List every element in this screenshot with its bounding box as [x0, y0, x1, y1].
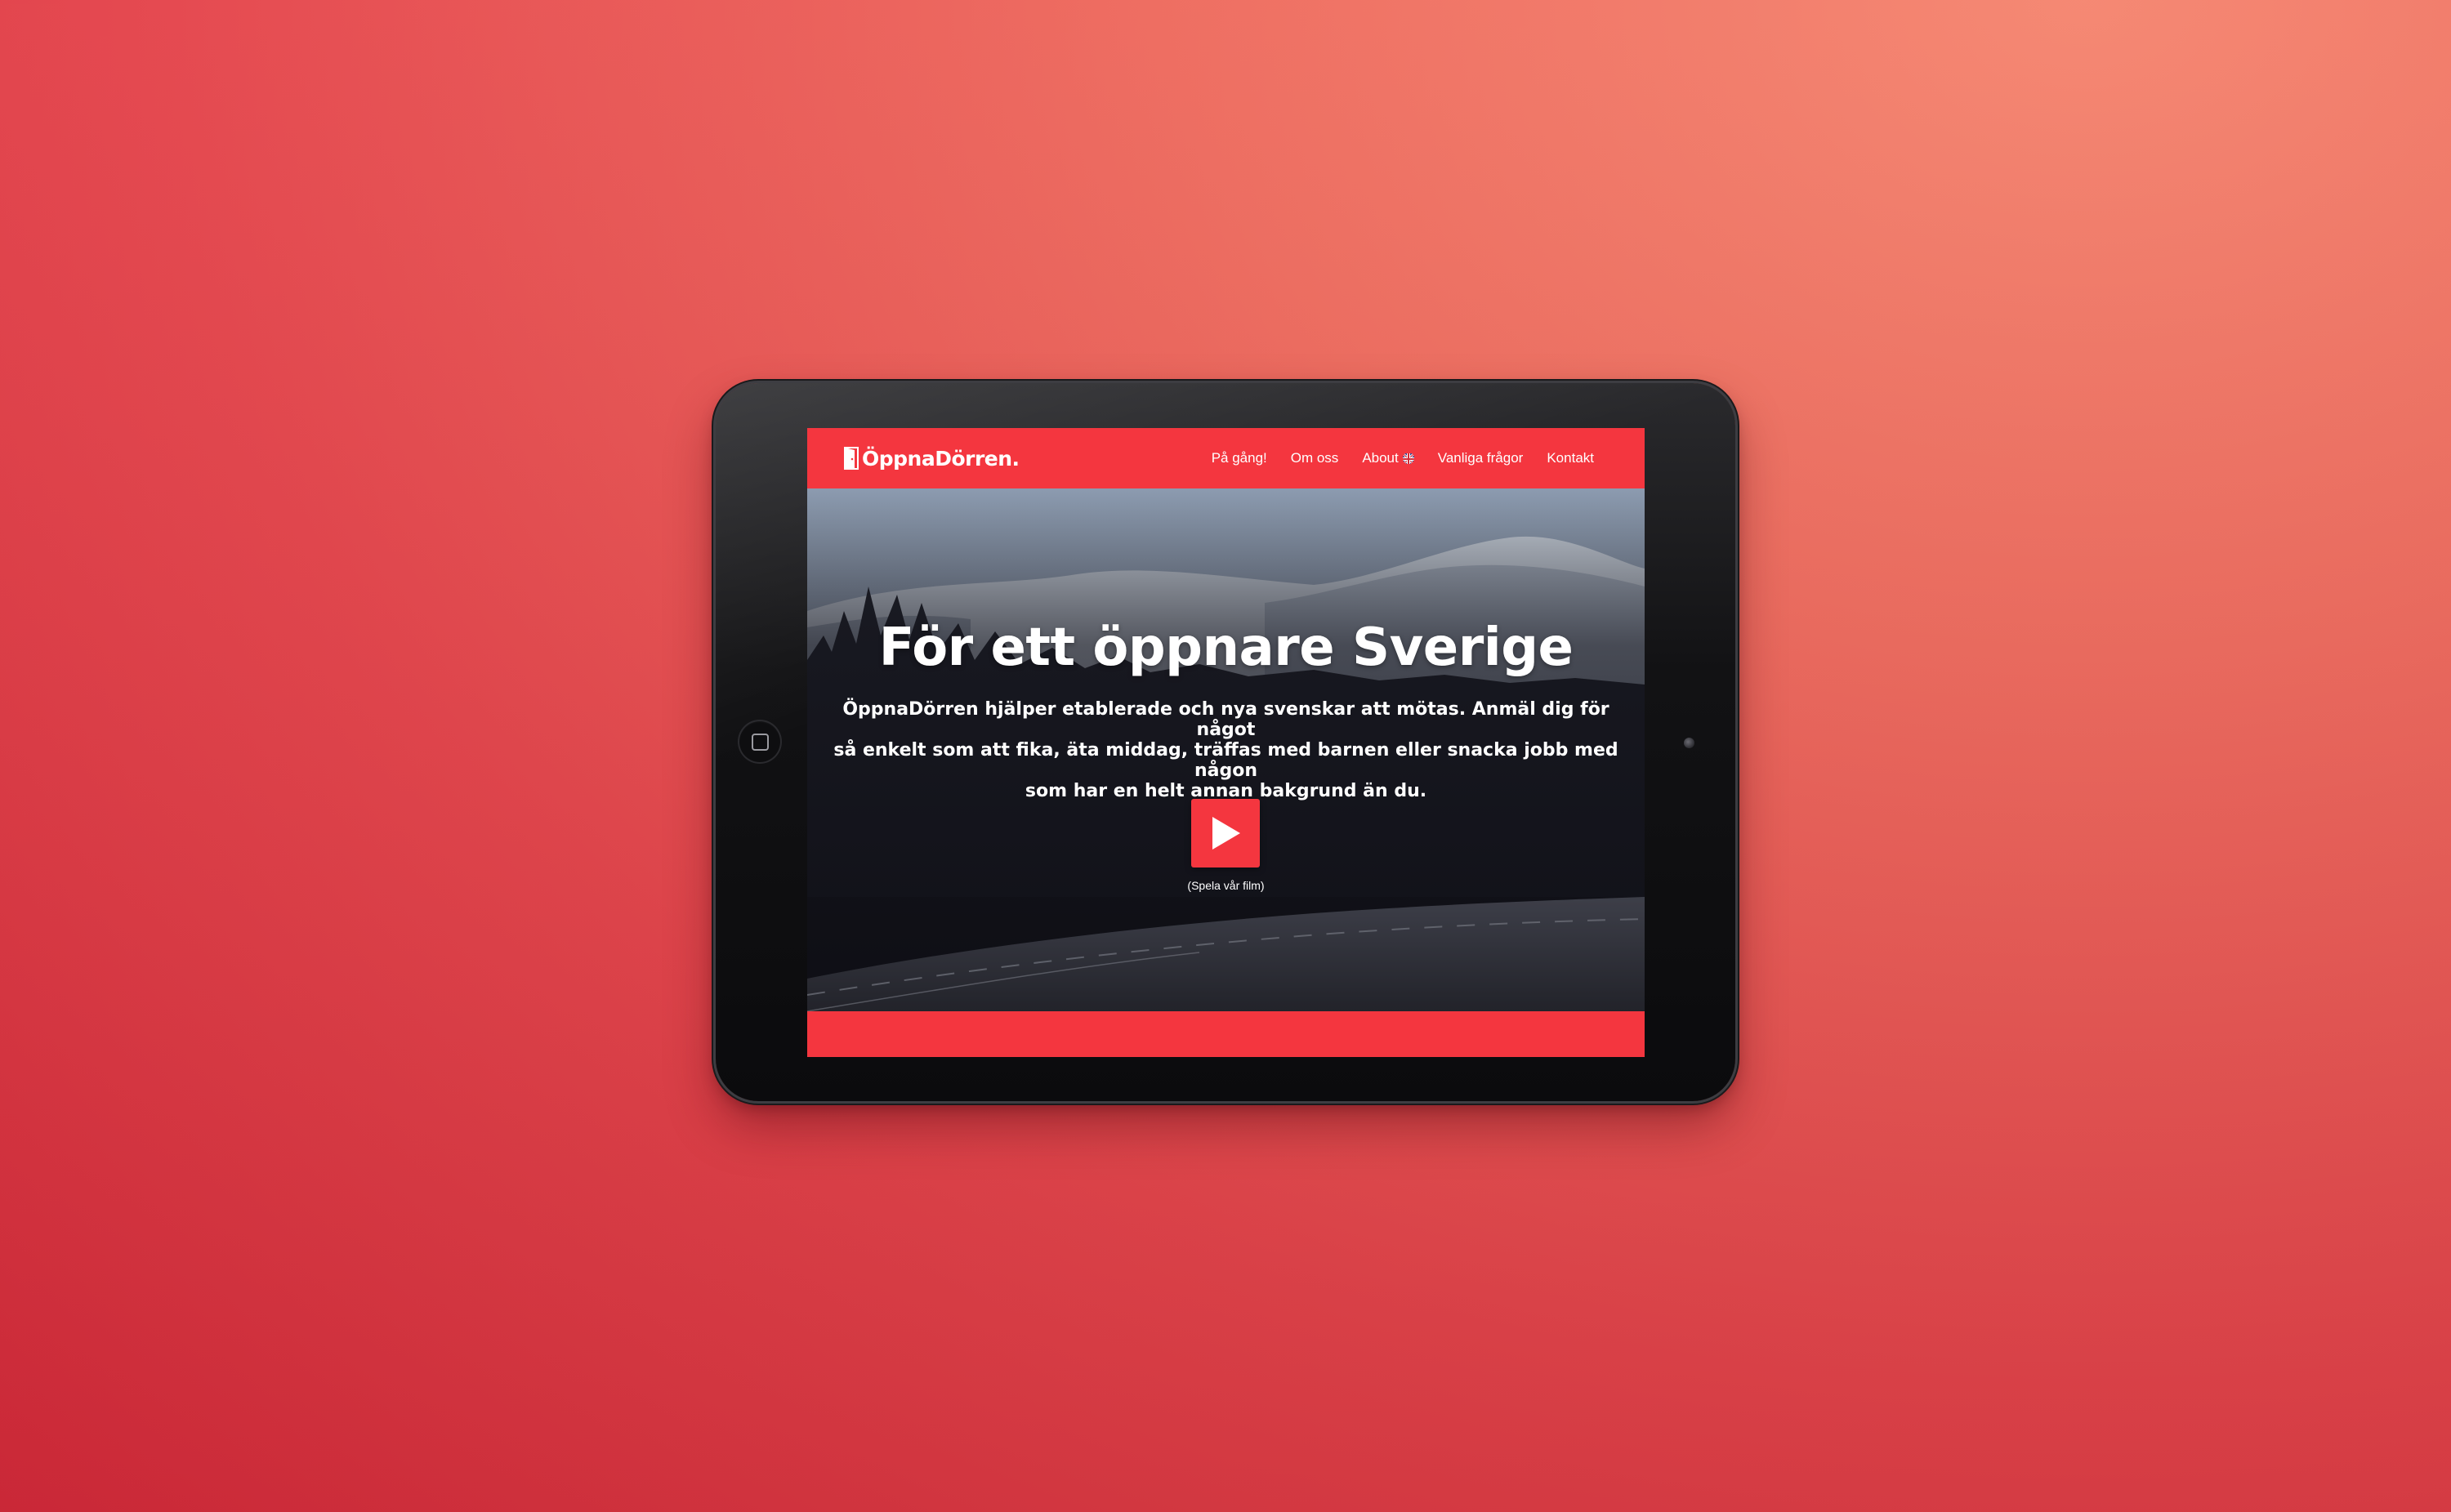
- nav-item-label: På gång!: [1211, 450, 1267, 466]
- logo-text: ÖppnaDörren.: [862, 446, 1020, 471]
- hero-description: ÖppnaDörren hjälper etablerade och nya s…: [832, 699, 1620, 801]
- play-caption[interactable]: (Spela vår film): [807, 879, 1645, 892]
- uk-flag-icon: [1402, 453, 1414, 464]
- site-header: ÖppnaDörren. På gång! Om oss About Vanli…: [807, 428, 1645, 488]
- door-icon: [844, 447, 859, 470]
- nav-item-om-oss[interactable]: Om oss: [1291, 450, 1339, 466]
- camera-icon: [1684, 738, 1694, 748]
- home-button[interactable]: [738, 720, 782, 764]
- nav-item-label: Vanliga frågor: [1437, 450, 1524, 466]
- play-video-button[interactable]: [1191, 799, 1260, 868]
- hero-description-line: ÖppnaDörren hjälper etablerade och nya s…: [842, 699, 1609, 740]
- nav-item-kontakt[interactable]: Kontakt: [1547, 450, 1594, 466]
- nav-item-about[interactable]: About: [1362, 450, 1414, 466]
- site-logo[interactable]: ÖppnaDörren.: [844, 446, 1020, 471]
- nav-item-vanliga-fragor[interactable]: Vanliga frågor: [1438, 450, 1524, 466]
- hero-description-line: så enkelt som att fika, äta middag, träf…: [833, 740, 1618, 781]
- play-icon: [1212, 817, 1240, 850]
- home-button-icon: [751, 733, 769, 751]
- nav-item-pa-gang[interactable]: På gång!: [1212, 450, 1267, 466]
- nav-item-label: About: [1362, 450, 1399, 466]
- nav-item-label: Kontakt: [1547, 450, 1594, 466]
- hero-section: För ett öppnare Sverige ÖppnaDörren hjäl…: [807, 488, 1645, 1011]
- footer-bar: [807, 1011, 1645, 1057]
- nav-item-label: Om oss: [1290, 450, 1339, 466]
- hero-title: För ett öppnare Sverige: [878, 618, 1574, 678]
- tablet-screen: ÖppnaDörren. På gång! Om oss About Vanli…: [807, 428, 1645, 1057]
- main-nav: På gång! Om oss About Vanliga frågor Kon…: [1212, 428, 1594, 488]
